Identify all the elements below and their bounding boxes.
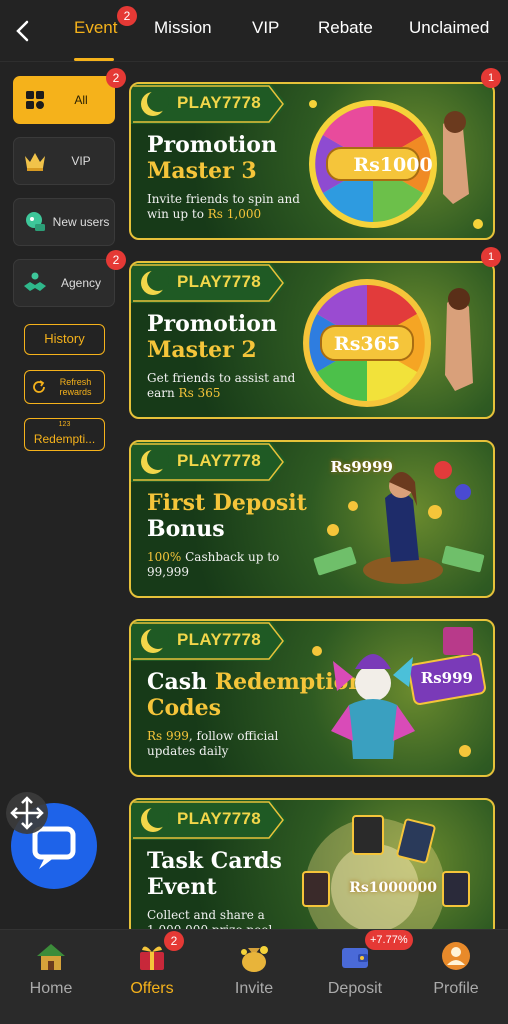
sidebar-item-new-users[interactable]: New users xyxy=(13,198,115,246)
history-button[interactable]: History xyxy=(24,324,105,355)
sidebar-agency-badge: 2 xyxy=(106,250,126,270)
nav-label: Deposit xyxy=(327,980,383,997)
sidebar-item-label: New users xyxy=(52,215,110,229)
promo-card-first-deposit-bonus[interactable]: PLAY7778 First Deposit Bonus 100% Cashba… xyxy=(129,440,495,598)
card-description: 100% Cashback up to 99,999 xyxy=(147,550,280,579)
card-art-amount: Rs1000000 xyxy=(349,880,437,896)
card-art-amount: Rs1000 xyxy=(353,154,433,176)
tab-unclaimed[interactable]: Unclaimed xyxy=(409,18,489,38)
sidebar-item-label: VIP xyxy=(71,154,91,168)
card-art-amount: Rs365 xyxy=(333,333,401,355)
brand-logo-text: PLAY7778 xyxy=(177,630,261,649)
card-title: Promotion Master 3 xyxy=(147,132,277,184)
sidebar-item-vip[interactable]: VIP xyxy=(13,137,115,185)
money-bag-icon xyxy=(241,946,268,972)
sidebar-item-label: All xyxy=(74,93,88,107)
brand-logo-text: PLAY7778 xyxy=(177,93,261,112)
card-badge: 1 xyxy=(481,68,501,88)
promo-card-promotion-master-2[interactable]: PLAY7778 Promotion Master 2 Get friends … xyxy=(129,261,495,419)
card-title: Task Cards Event xyxy=(147,848,282,900)
redemption-code-icon: 123 xyxy=(58,421,71,428)
tab-vip[interactable]: VIP xyxy=(252,18,279,38)
nav-label: Invite xyxy=(234,980,274,997)
profile-icon xyxy=(442,942,470,970)
card-art-amount: Rs999 xyxy=(420,669,473,687)
top-tab-bar: Event 2 Mission VIP Rebate Unclaimed xyxy=(0,0,508,62)
card-description: Rs 999, follow official updates daily xyxy=(147,729,279,758)
casino-girl-illustration xyxy=(313,461,485,584)
card-title: Promotion Master 2 xyxy=(147,311,277,363)
card-badge: 1 xyxy=(481,247,501,267)
refresh-icon xyxy=(33,380,45,393)
promo-card-cash-redemption-codes[interactable]: PLAY7778 Cash Redemption Codes Rs 999, f… xyxy=(129,619,495,777)
task-cards-illustration xyxy=(302,815,470,936)
nav-offers[interactable]: 2 Offers xyxy=(102,930,202,1024)
nav-deposit[interactable]: +7.77% Deposit xyxy=(305,930,413,1024)
sidebar-item-label: Agency xyxy=(60,276,102,290)
sidebar-item-agency[interactable]: Agency xyxy=(13,259,115,307)
grid-icon xyxy=(26,91,44,109)
tab-event[interactable]: Event xyxy=(74,18,117,38)
tab-mission[interactable]: Mission xyxy=(154,18,212,38)
nav-profile[interactable]: Profile xyxy=(406,930,506,1024)
move-arrows-icon xyxy=(10,796,44,830)
active-tab-indicator xyxy=(74,58,114,61)
brand-logo-text: PLAY7778 xyxy=(177,809,261,828)
back-arrow-icon[interactable] xyxy=(10,16,36,46)
nav-label: Home xyxy=(29,980,73,997)
nav-label: Profile xyxy=(433,980,479,997)
card-title: First Deposit Bonus xyxy=(147,490,307,542)
refresh-rewards-button[interactable]: Refresh rewards xyxy=(24,370,105,404)
nav-label: Offers xyxy=(130,980,174,997)
refresh-rewards-label: Refresh rewards xyxy=(59,377,92,397)
sidebar-all-badge: 2 xyxy=(106,68,126,88)
redemption-label: Redempti... xyxy=(33,432,96,446)
sidebar-item-all[interactable]: All xyxy=(13,76,115,124)
bottom-navigation: Home 2 Offers Invite +7.77% Deposit Prof… xyxy=(0,929,508,1024)
new-user-icon xyxy=(26,212,45,231)
handshake-icon xyxy=(24,272,46,291)
joker-illustration xyxy=(312,627,486,759)
nav-home[interactable]: Home xyxy=(1,930,101,1024)
nav-offers-badge: 2 xyxy=(164,931,184,951)
promo-card-promotion-master-3[interactable]: PLAY7778 Promotion Master 3 Invite frien… xyxy=(129,82,495,240)
redemption-button[interactable]: 123 Redempti... xyxy=(24,418,105,451)
crown-icon xyxy=(25,153,45,171)
nav-invite[interactable]: Invite xyxy=(204,930,304,1024)
brand-logo-text: PLAY7778 xyxy=(177,451,261,470)
brand-logo-text: PLAY7778 xyxy=(177,272,261,291)
home-icon xyxy=(37,944,65,970)
promo-card-task-cards-event[interactable]: PLAY7778 Task Cards Event Collect and sh… xyxy=(129,798,495,938)
tab-event-badge: 2 xyxy=(117,6,137,26)
card-art-amount: Rs9999 xyxy=(330,458,393,476)
tab-rebate[interactable]: Rebate xyxy=(318,18,373,38)
drag-handle[interactable] xyxy=(6,792,48,834)
